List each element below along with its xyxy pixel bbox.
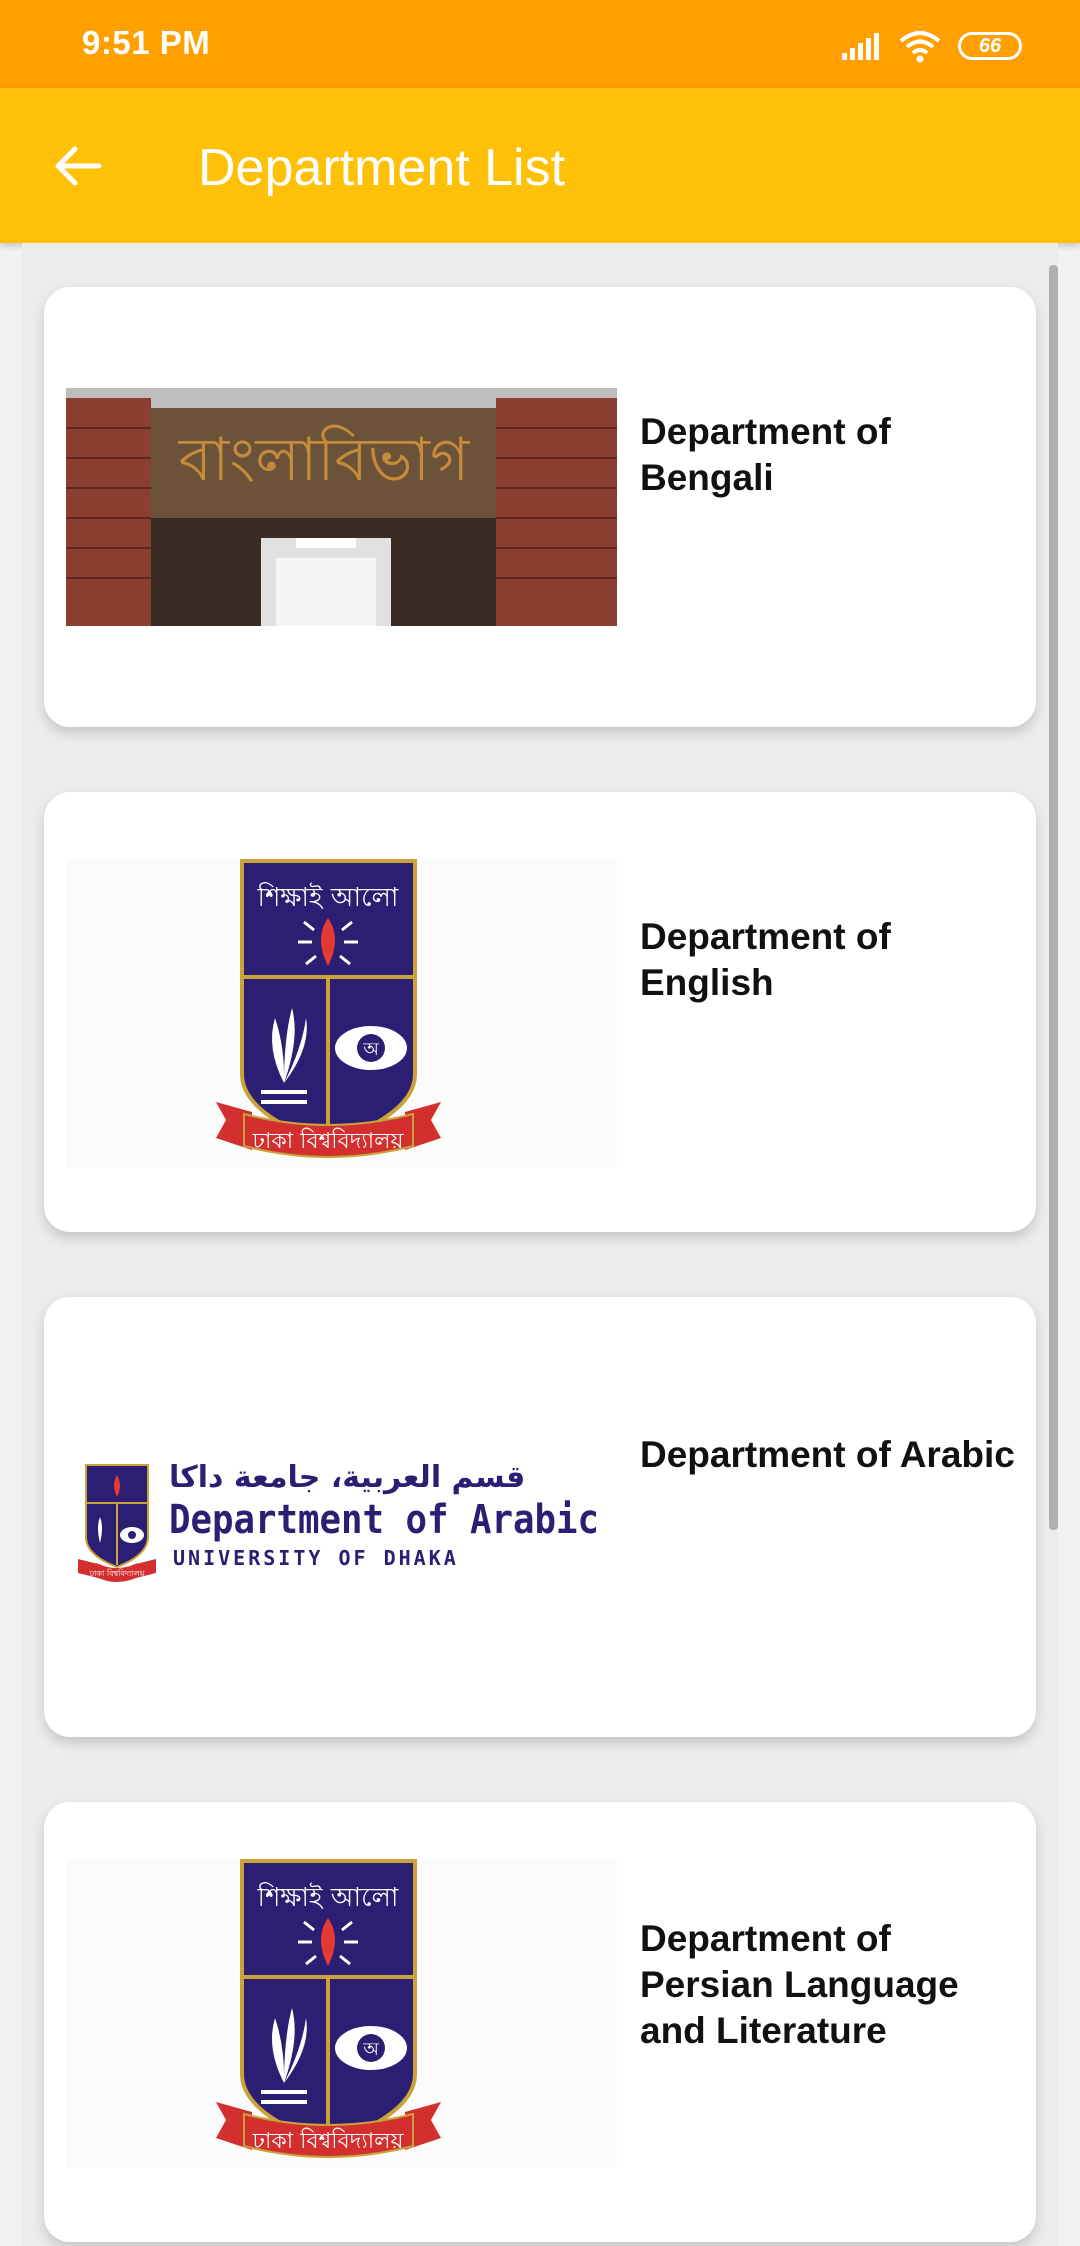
page-title: Department List [198, 139, 566, 197]
arabic-department-banner: ঢাকা বিশ্ববিদ্যালয় قسم العربية، جامعة د… [78, 1460, 599, 1582]
department-image-bengali: বাংলাবিভাগ [66, 388, 617, 626]
signal-icon [842, 33, 879, 60]
department-list[interactable]: বাংলাবিভাগ Department of Bengali শিক্ষাই… [0, 243, 1080, 2246]
wifi-icon [899, 31, 941, 63]
bengali-building-photo: বাংলাবিভাগ [66, 388, 617, 626]
arrow-left-icon [55, 146, 102, 186]
banner-ribbon: ঢাকা বিশ্ববিদ্যালয় [89, 1569, 145, 1578]
banner-university-line: UNIVERSITY OF DHAKA [173, 1546, 459, 1570]
banner-arabic-line: قسم العربية، جامعة داكا [169, 1460, 525, 1495]
department-card-persian[interactable]: শিক্ষাই আলো অ ঢাকা বিশ্ববিদ্যালয় Depart… [44, 1802, 1036, 2242]
crest-eye-letter: অ [362, 1039, 379, 1060]
department-image-arabic: ঢাকা বিশ্ববিদ্যালয় قسم العربية، جامعة د… [66, 1447, 617, 1587]
university-crest-logo: শিক্ষাই আলো অ ঢাকা বিশ্ববিদ্যালয় [216, 1859, 441, 2158]
department-title: Department of English [640, 916, 891, 1003]
department-title: Department of Bengali [640, 411, 891, 498]
crest-motto: শিক্ষাই আলো [257, 1882, 399, 1913]
status-time: 9:51 PM [82, 24, 211, 61]
crest-ribbon: ঢাকা বিশ্ববিদ্যালয় [252, 1128, 405, 1154]
status-icons: 66 [840, 26, 1022, 66]
department-image-persian: শিক্ষাই আলো অ ঢাকা বিশ্ববিদ্যালয় [66, 1858, 617, 2168]
banner-english-line: Department of Arabic [169, 1497, 599, 1543]
bengali-sign: বাংলাবিভাগ [178, 424, 471, 495]
battery-level: 66 [978, 34, 1002, 57]
scrollbar[interactable] [1049, 265, 1058, 1530]
crest-eye-letter: অ [362, 2039, 379, 2060]
department-card-english[interactable]: শিক্ষাই আলো অ ঢাকা বিশ্ববিদ্যালয় Depart… [44, 792, 1036, 1232]
battery-icon: 66 [958, 32, 1022, 60]
department-image-english: শিক্ষাই আলো অ ঢাকা বিশ্ববিদ্যালয় [66, 858, 617, 1168]
department-card-bengali[interactable]: বাংলাবিভাগ Department of Bengali [44, 287, 1036, 727]
department-card-arabic[interactable]: ঢাকা বিশ্ববিদ্যালয় قسم العربية، جامعة د… [44, 1297, 1036, 1737]
university-crest-logo: শিক্ষাই আলো অ ঢাকা বিশ্ববিদ্যালয় [216, 859, 441, 1158]
crest-ribbon: ঢাকা বিশ্ববিদ্যালয় [252, 2128, 405, 2154]
app-bar: Department List [0, 88, 1080, 243]
crest-motto: শিক্ষাই আলো [257, 882, 399, 913]
back-button[interactable] [38, 130, 118, 202]
department-title: Department of Arabic [640, 1434, 1015, 1475]
department-title: Department of Persian Language and Liter… [640, 1918, 959, 2051]
status-bar: 9:51 PM 66 [0, 0, 1080, 88]
